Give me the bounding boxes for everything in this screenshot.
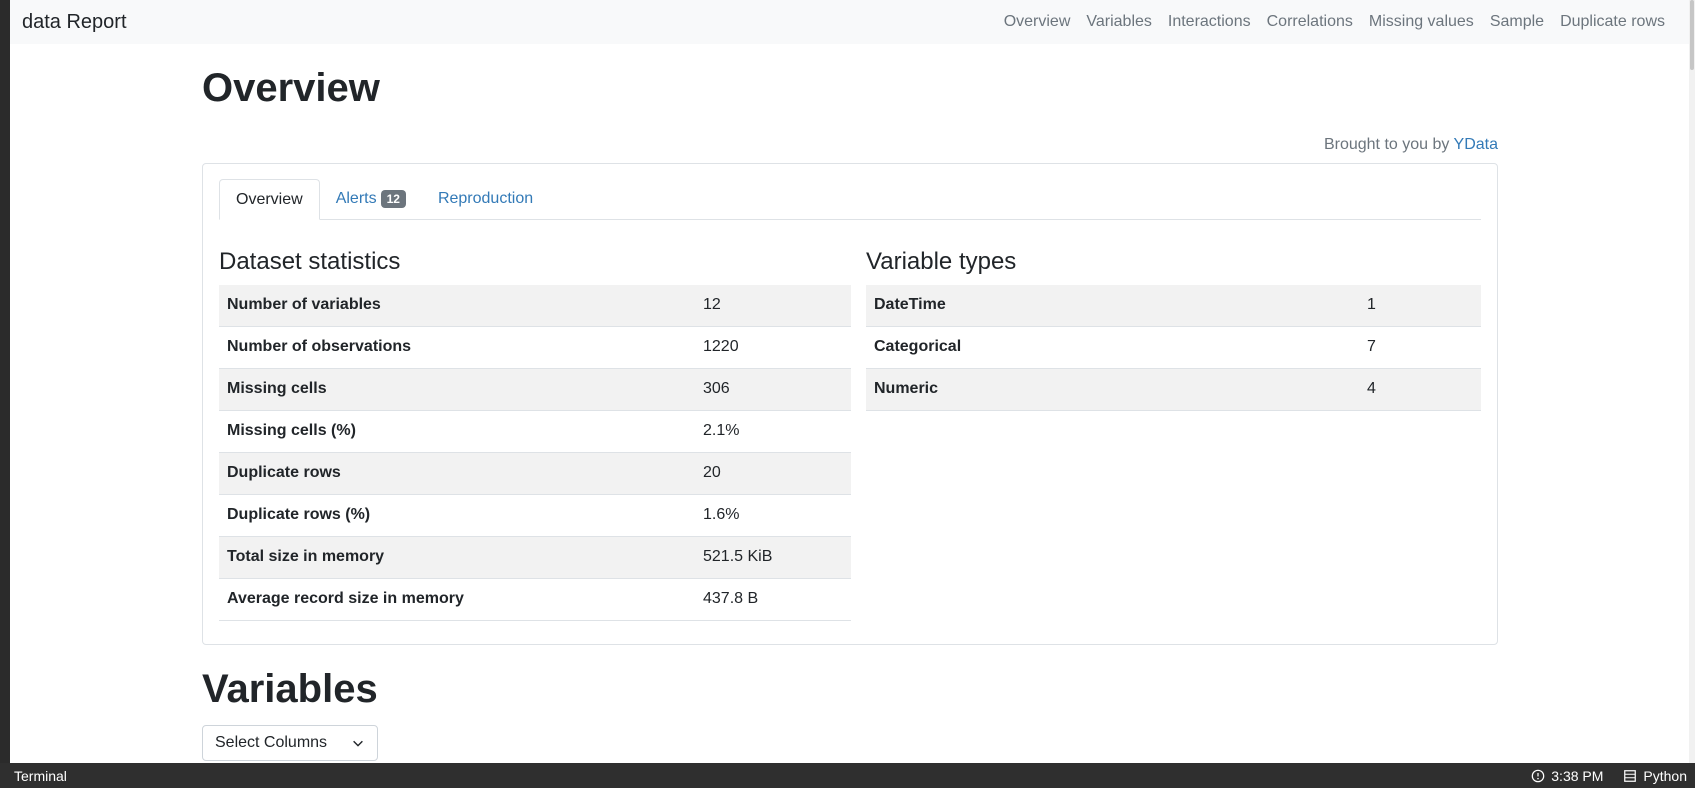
tab-alerts[interactable]: Alerts 12 (320, 179, 422, 219)
stat-value: 437.8 B (695, 578, 851, 621)
type-label: Numeric (866, 368, 1359, 411)
clock-item: 3:38 PM (1531, 768, 1603, 784)
dataset-statistics-section: Dataset statistics Number of variables 12… (219, 248, 851, 621)
stat-label: Missing cells (219, 368, 695, 411)
table-row: Missing cells (%) 2.1% (219, 410, 851, 453)
overview-columns: Dataset statistics Number of variables 12… (219, 248, 1481, 621)
type-count: 1 (1359, 284, 1481, 327)
stat-label: Duplicate rows (219, 452, 695, 495)
dataset-statistics-table: Number of variables 12 Number of observat… (219, 284, 851, 621)
variable-types-table: DateTime 1 Categorical 7 Numeric 4 (866, 284, 1481, 411)
stat-value: 521.5 KiB (695, 536, 851, 579)
main-container: Overview Brought to you by YData Overvie… (202, 44, 1498, 761)
table-row: Total size in memory 521.5 KiB (219, 536, 851, 579)
tab-reproduction-label: Reproduction (437, 190, 534, 207)
table-row: Average record size in memory 437.8 B (219, 578, 851, 621)
stat-label: Duplicate rows (%) (219, 494, 695, 537)
stat-label: Number of observations (219, 326, 695, 369)
variables-title: Variables (202, 667, 378, 711)
stat-value: 2.1% (695, 410, 851, 453)
tab-overview-label: Overview (236, 190, 303, 208)
variable-types-title: Variable types (866, 248, 1017, 275)
table-row: Number of observations 1220 (219, 326, 851, 369)
stat-label: Total size in memory (219, 536, 695, 579)
table-row: Number of variables 12 (219, 284, 851, 327)
stat-label: Missing cells (%) (219, 410, 695, 453)
table-row: Duplicate rows 20 (219, 452, 851, 495)
type-count: 7 (1359, 326, 1481, 369)
page-title: Overview (202, 66, 380, 110)
table-row: Numeric 4 (866, 368, 1481, 411)
python-icon (1624, 769, 1637, 782)
scrollbar-thumb[interactable] (1690, 0, 1694, 70)
credit-prefix: Brought to you by (1323, 136, 1454, 153)
stat-label: Number of variables (219, 284, 695, 327)
type-count: 4 (1359, 368, 1481, 411)
tab-alerts-label: Alerts (335, 190, 377, 207)
nav-link-overview[interactable]: Overview (1004, 13, 1071, 31)
navbar-brand[interactable]: data Report (22, 11, 127, 34)
nav-links: Overview Variables Interactions Correlat… (1004, 13, 1665, 31)
ydata-link[interactable]: YData (1454, 136, 1498, 153)
stat-label: Average record size in memory (219, 578, 695, 621)
overview-tabs: Overview Alerts 12 Reproduction (219, 179, 1481, 220)
left-window-edge (0, 0, 10, 763)
overview-card: Overview Alerts 12 Reproduction Dataset s… (202, 163, 1498, 645)
clock-icon (1531, 769, 1545, 782)
stat-value: 306 (695, 368, 851, 411)
select-columns-dropdown[interactable]: Select Columns (202, 725, 378, 761)
vertical-scrollbar[interactable] (1689, 0, 1695, 763)
python-label: Python (1643, 767, 1687, 784)
bottom-status-bar: Terminal 3:38 PM Python (0, 763, 1695, 788)
nav-link-duplicate-rows[interactable]: Duplicate rows (1560, 13, 1665, 31)
chevron-down-icon (353, 740, 363, 747)
stat-value: 1220 (695, 326, 851, 369)
nav-link-correlations[interactable]: Correlations (1267, 13, 1353, 31)
nav-link-variables[interactable]: Variables (1086, 13, 1152, 31)
select-columns-label: Select Columns (215, 734, 328, 751)
tab-overview[interactable]: Overview (219, 179, 320, 220)
alerts-count-badge: 12 (380, 190, 406, 208)
table-row: Categorical 7 (866, 326, 1481, 369)
credit-line: Brought to you by YData (202, 136, 1498, 154)
nav-link-missing-values[interactable]: Missing values (1369, 13, 1474, 31)
stat-value: 12 (695, 284, 851, 327)
status-right: 3:38 PM Python (1531, 768, 1687, 784)
type-label: DateTime (866, 284, 1359, 327)
stat-value: 1.6% (695, 494, 851, 537)
table-row: DateTime 1 (866, 284, 1481, 327)
stat-value: 20 (695, 452, 851, 495)
table-row: Duplicate rows (%) 1.6% (219, 494, 851, 537)
tab-reproduction[interactable]: Reproduction (422, 179, 549, 219)
python-item[interactable]: Python (1623, 768, 1687, 784)
terminal-tab[interactable]: Terminal (8, 768, 67, 784)
nav-link-interactions[interactable]: Interactions (1168, 13, 1251, 31)
clock-time: 3:38 PM (1551, 767, 1604, 784)
type-label: Categorical (866, 326, 1359, 369)
dataset-statistics-title: Dataset statistics (219, 248, 401, 275)
nav-link-sample[interactable]: Sample (1490, 13, 1544, 31)
top-navbar: data Report Overview Variables Interacti… (10, 0, 1689, 44)
variable-types-section: Variable types DateTime 1 Categorical 7 Nu… (866, 248, 1481, 621)
terminal-label: Terminal (14, 767, 67, 784)
table-row: Missing cells 306 (219, 368, 851, 411)
